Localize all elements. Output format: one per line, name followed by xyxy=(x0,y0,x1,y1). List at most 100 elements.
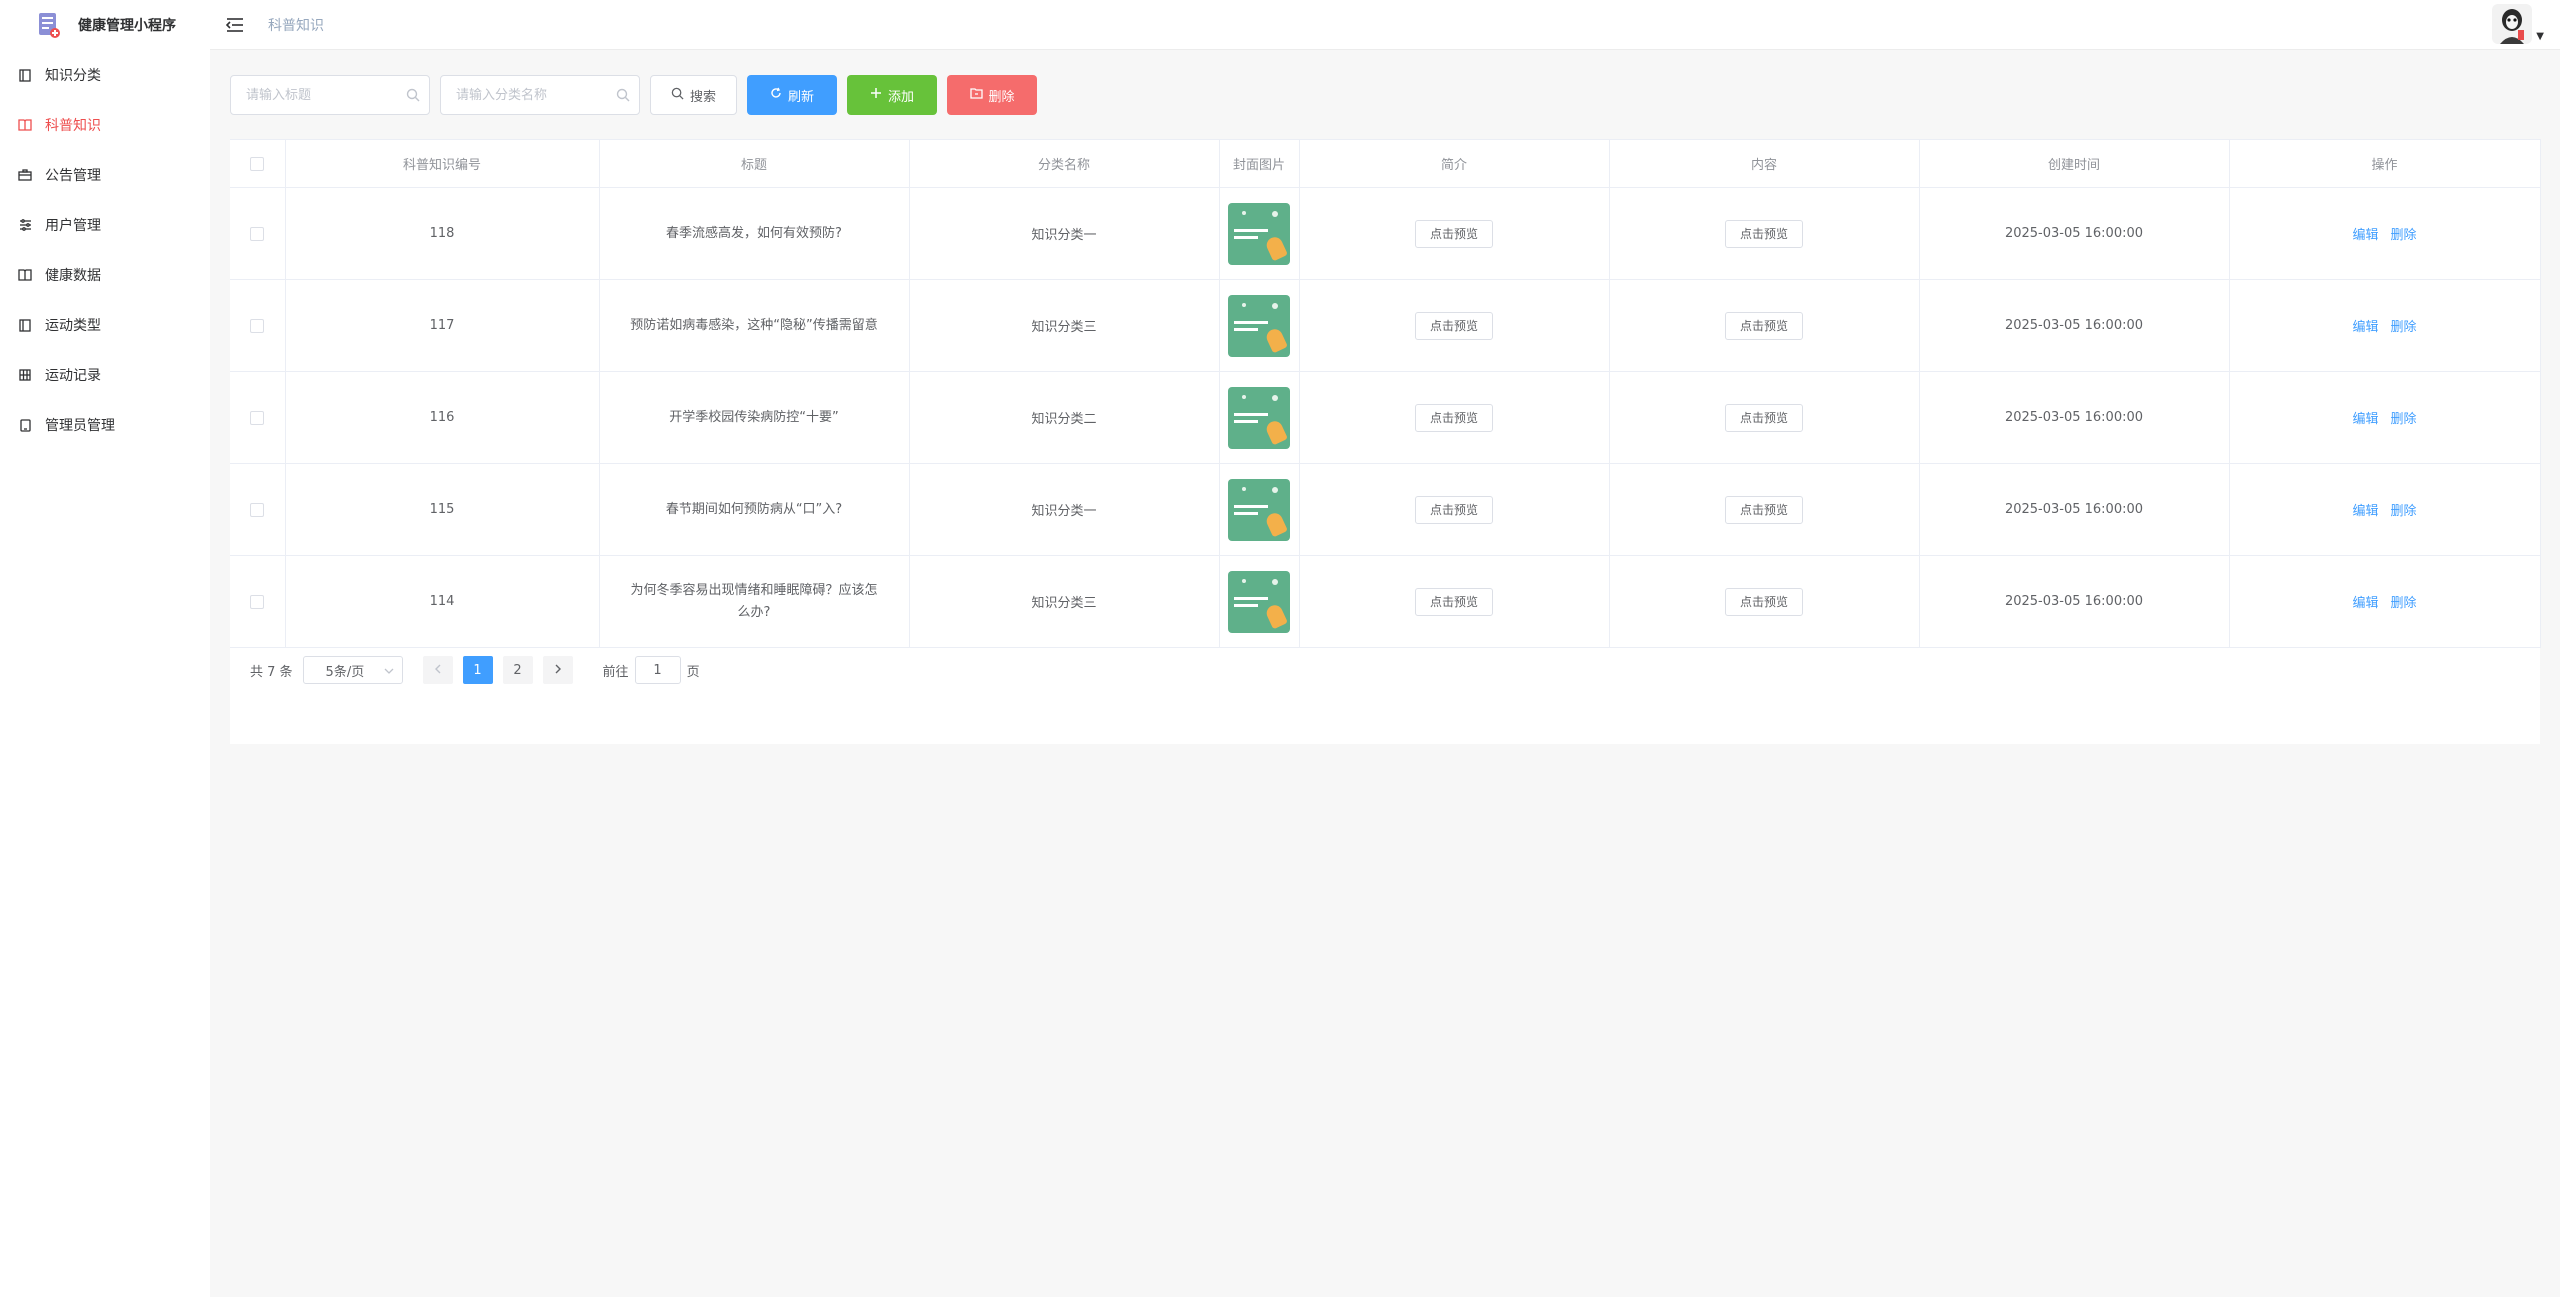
plus-icon xyxy=(870,87,882,103)
sidebar-item-exercise-record[interactable]: 运动记录 xyxy=(0,350,210,400)
goto-suffix: 页 xyxy=(686,664,700,680)
main-content: 搜索 刷新 添加 删除 科普知识编号 标题 分类名 xyxy=(210,51,2560,1297)
folder-delete-icon xyxy=(969,87,983,103)
row-checkbox[interactable] xyxy=(250,226,265,241)
cover-thumbnail[interactable] xyxy=(1228,570,1290,633)
sidebar-item-label: 知识分类 xyxy=(45,68,101,84)
next-page-button[interactable] xyxy=(542,656,573,684)
goto-page-input[interactable] xyxy=(634,656,681,684)
tablet-icon xyxy=(18,418,32,432)
search-icon xyxy=(671,87,684,104)
row-checkbox[interactable] xyxy=(250,410,265,425)
sidebar-item-admin[interactable]: 管理员管理 xyxy=(0,400,210,450)
prev-page-button[interactable] xyxy=(422,656,453,684)
column-header-cover: 封面图片 xyxy=(1219,139,1300,188)
refresh-button-label: 刷新 xyxy=(788,89,815,105)
content-preview-button[interactable]: 点击预览 xyxy=(1724,587,1803,616)
page-size-value: 5条/页 xyxy=(325,664,365,680)
cell-category: 知识分类三 xyxy=(909,279,1220,372)
delete-link[interactable]: 删除 xyxy=(2391,412,2417,427)
sidebar-item-label: 运动记录 xyxy=(45,368,101,384)
search-icon xyxy=(406,88,420,102)
sidebar-item-knowledge-category[interactable]: 知识分类 xyxy=(0,50,210,100)
summary-preview-button[interactable]: 点击预览 xyxy=(1414,403,1493,432)
edit-link[interactable]: 编辑 xyxy=(2352,228,2378,243)
cell-id: 114 xyxy=(285,555,600,648)
user-menu[interactable]: ▼ xyxy=(2492,4,2544,44)
sidebar-item-label: 管理员管理 xyxy=(45,418,115,434)
cell-title: 开学季校园传染病防控“十要” xyxy=(599,371,910,464)
row-checkbox[interactable] xyxy=(250,318,265,333)
open-book-icon xyxy=(18,268,32,282)
delete-button[interactable]: 删除 xyxy=(947,75,1038,115)
cell-category: 知识分类二 xyxy=(909,371,1220,464)
page-button-1[interactable]: 1 xyxy=(462,656,493,684)
summary-preview-button[interactable]: 点击预览 xyxy=(1414,219,1493,248)
cover-thumbnail[interactable] xyxy=(1228,478,1290,541)
edit-link[interactable]: 编辑 xyxy=(2352,596,2378,611)
summary-preview-button[interactable]: 点击预览 xyxy=(1414,311,1493,340)
open-book-icon xyxy=(18,118,32,132)
cover-thumbnail[interactable] xyxy=(1228,202,1290,265)
title-search-input[interactable] xyxy=(230,75,430,115)
cell-created: 2025-03-05 16:00:00 xyxy=(1919,555,2230,648)
cell-title: 春节期间如何预防病从“口”入? xyxy=(599,463,910,556)
refresh-icon xyxy=(770,87,782,103)
cell-created: 2025-03-05 16:00:00 xyxy=(1919,187,2230,280)
sidebar-item-label: 运动类型 xyxy=(45,318,101,334)
cell-id: 115 xyxy=(285,463,600,556)
brand: 健康管理小程序 xyxy=(0,0,210,50)
cell-category: 知识分类一 xyxy=(909,463,1220,556)
refresh-button[interactable]: 刷新 xyxy=(747,75,838,115)
briefcase-icon xyxy=(18,168,32,182)
cell-category: 知识分类一 xyxy=(909,187,1220,280)
content-preview-button[interactable]: 点击预览 xyxy=(1724,495,1803,524)
column-header-title: 标题 xyxy=(599,139,910,188)
column-header-summary: 简介 xyxy=(1299,139,1610,188)
summary-preview-button[interactable]: 点击预览 xyxy=(1414,587,1493,616)
row-checkbox[interactable] xyxy=(250,502,265,517)
content-preview-button[interactable]: 点击预览 xyxy=(1724,403,1803,432)
sidebar-item-label: 科普知识 xyxy=(45,118,101,134)
delete-link[interactable]: 删除 xyxy=(2391,504,2417,519)
content-preview-button[interactable]: 点击预览 xyxy=(1724,311,1803,340)
sidebar-item-user[interactable]: 用户管理 xyxy=(0,200,210,250)
table-row: 116 开学季校园传染病防控“十要” 知识分类二 点击预览 点击预览 2025-… xyxy=(230,371,2541,464)
category-search-wrap xyxy=(440,75,640,115)
sidebar-item-announcement[interactable]: 公告管理 xyxy=(0,150,210,200)
delete-link[interactable]: 删除 xyxy=(2391,228,2417,243)
column-header-id: 科普知识编号 xyxy=(285,139,600,188)
breadcrumb[interactable]: 科普知识 xyxy=(268,15,324,35)
row-checkbox[interactable] xyxy=(250,594,265,609)
page-button-2[interactable]: 2 xyxy=(502,656,533,684)
edit-link[interactable]: 编辑 xyxy=(2352,504,2378,519)
delete-link[interactable]: 删除 xyxy=(2391,596,2417,611)
cover-thumbnail[interactable] xyxy=(1228,386,1290,449)
edit-link[interactable]: 编辑 xyxy=(2352,320,2378,335)
sidebar-item-exercise-type[interactable]: 运动类型 xyxy=(0,300,210,350)
content-preview-button[interactable]: 点击预览 xyxy=(1724,219,1803,248)
table-panel: 科普知识编号 标题 分类名称 封面图片 简介 内容 创建时间 操作 118 春季… xyxy=(230,139,2541,744)
column-header-created: 创建时间 xyxy=(1919,139,2230,188)
avatar[interactable] xyxy=(2492,4,2533,44)
select-all-checkbox[interactable] xyxy=(250,156,265,171)
sidebar-item-label: 健康数据 xyxy=(45,268,101,284)
sidebar: 健康管理小程序 知识分类 科普知识 公告管理 用户管理 健康数据 运动类型 运动… xyxy=(0,0,210,1297)
pagination-total: 共 7 条 xyxy=(250,664,293,680)
search-button[interactable]: 搜索 xyxy=(650,75,738,115)
hamburger-menu-icon[interactable] xyxy=(226,16,244,34)
select-all-cell[interactable] xyxy=(230,139,286,188)
add-button[interactable]: 添加 xyxy=(847,75,938,115)
category-search-input[interactable] xyxy=(440,75,640,115)
summary-preview-button[interactable]: 点击预览 xyxy=(1414,495,1493,524)
edit-link[interactable]: 编辑 xyxy=(2352,412,2378,427)
sidebar-item-science-knowledge[interactable]: 科普知识 xyxy=(0,100,210,150)
cell-title: 春季流感高发，如何有效预防? xyxy=(599,187,910,280)
page-size-select[interactable]: 5条/页 xyxy=(302,656,403,684)
cover-thumbnail[interactable] xyxy=(1228,294,1290,357)
delete-link[interactable]: 删除 xyxy=(2391,320,2417,335)
page-jumper: 前往 页 xyxy=(603,656,700,684)
sidebar-item-health-data[interactable]: 健康数据 xyxy=(0,250,210,300)
cell-created: 2025-03-05 16:00:00 xyxy=(1919,371,2230,464)
chevron-down-icon[interactable]: ▼ xyxy=(2536,31,2544,42)
